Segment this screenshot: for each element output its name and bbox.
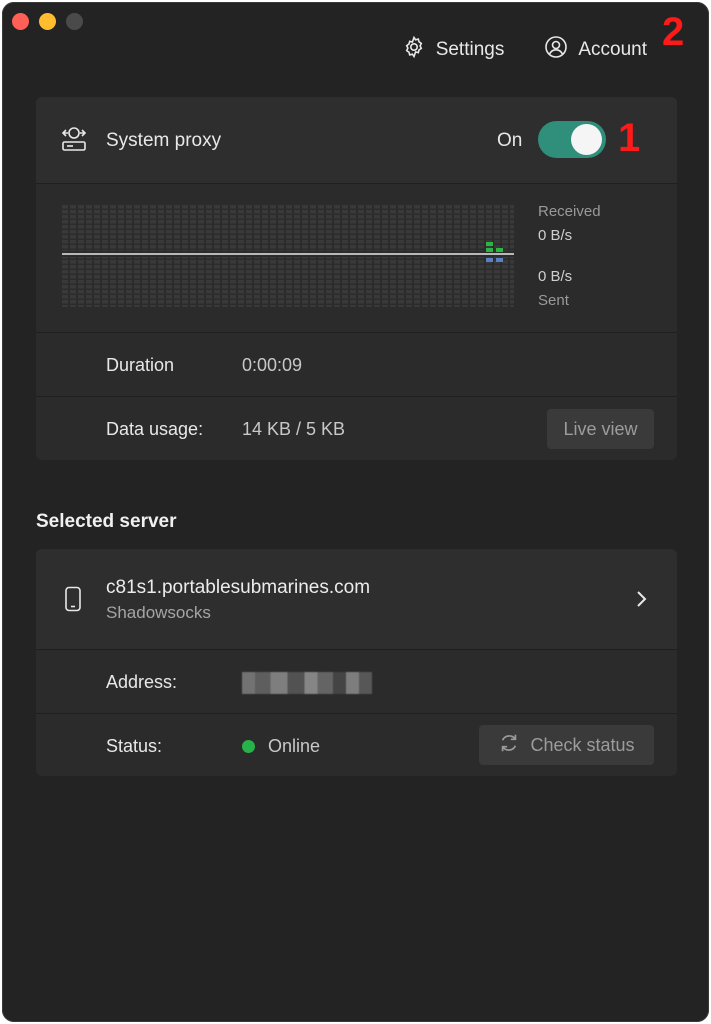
- duration-row: Duration 0:00:09: [36, 332, 677, 397]
- received-value: 0 B/s: [538, 227, 573, 244]
- annotation-marker-2: 2: [662, 10, 685, 54]
- window-controls: [12, 13, 83, 30]
- data-usage-row: Data usage: 14 KB / 5 KB Live view: [36, 396, 677, 461]
- sent-label: Sent: [538, 292, 569, 309]
- received-bar: [486, 248, 493, 252]
- settings-button[interactable]: Settings: [402, 35, 505, 65]
- close-window-button[interactable]: [12, 13, 29, 30]
- minimize-window-button[interactable]: [39, 13, 56, 30]
- account-button[interactable]: Account: [544, 35, 647, 65]
- server-name: c81s1.portablesubmarines.com: [106, 577, 371, 598]
- sent-value: 0 B/s: [538, 268, 573, 285]
- traffic-graph-row: Received 0 B/s 0 B/s Sent: [36, 183, 677, 333]
- account-icon: [544, 35, 568, 65]
- toggle-knob: [571, 124, 602, 155]
- app-window: Settings Account 2 System proxy On 1 Rec…: [2, 2, 709, 1022]
- zoom-window-button[interactable]: [66, 13, 83, 30]
- settings-label: Settings: [435, 39, 505, 60]
- server-header-row[interactable]: c81s1.portablesubmarines.com Shadowsocks: [36, 549, 677, 649]
- live-view-button[interactable]: Live view: [547, 409, 654, 449]
- status-indicator: [242, 740, 255, 753]
- system-proxy-title: System proxy: [106, 130, 222, 151]
- sent-bar: [496, 258, 503, 262]
- server-protocol: Shadowsocks: [106, 603, 211, 622]
- received-bar: [496, 248, 503, 252]
- redacted-address: [242, 672, 372, 694]
- annotation-marker-1: 1: [618, 116, 641, 160]
- duration-value: 0:00:09: [242, 355, 303, 375]
- proxy-state-label: On: [497, 130, 523, 151]
- selected-server-card: c81s1.portablesubmarines.com Shadowsocks…: [36, 549, 677, 776]
- received-bar: [486, 242, 493, 246]
- sent-bar: [486, 258, 493, 262]
- gear-icon: [402, 35, 426, 65]
- chevron-right-icon[interactable]: [634, 589, 648, 609]
- selected-server-heading: Selected server: [36, 511, 177, 532]
- system-proxy-header: System proxy On 1: [36, 97, 677, 183]
- server-address-row: Address:: [36, 649, 677, 714]
- proxy-icon: [60, 125, 88, 155]
- system-proxy-toggle[interactable]: [538, 121, 606, 158]
- traffic-graph: [62, 205, 514, 307]
- received-label: Received: [538, 203, 601, 220]
- refresh-icon: [498, 732, 520, 759]
- top-navigation: Settings Account: [402, 35, 647, 65]
- status-value: Online: [268, 736, 321, 756]
- server-status-row: Status: Online Check status: [36, 713, 677, 777]
- address-label: Address:: [106, 672, 178, 692]
- data-usage-value: 14 KB / 5 KB: [242, 419, 346, 439]
- data-usage-label: Data usage:: [106, 419, 204, 439]
- status-label: Status:: [106, 736, 163, 756]
- check-status-button[interactable]: Check status: [479, 725, 654, 765]
- account-label: Account: [578, 39, 647, 60]
- phone-icon: [64, 586, 82, 612]
- system-proxy-card: System proxy On 1 Received 0 B/s 0 B/s S…: [36, 97, 677, 460]
- duration-label: Duration: [106, 355, 175, 375]
- check-status-label: Check status: [530, 734, 635, 755]
